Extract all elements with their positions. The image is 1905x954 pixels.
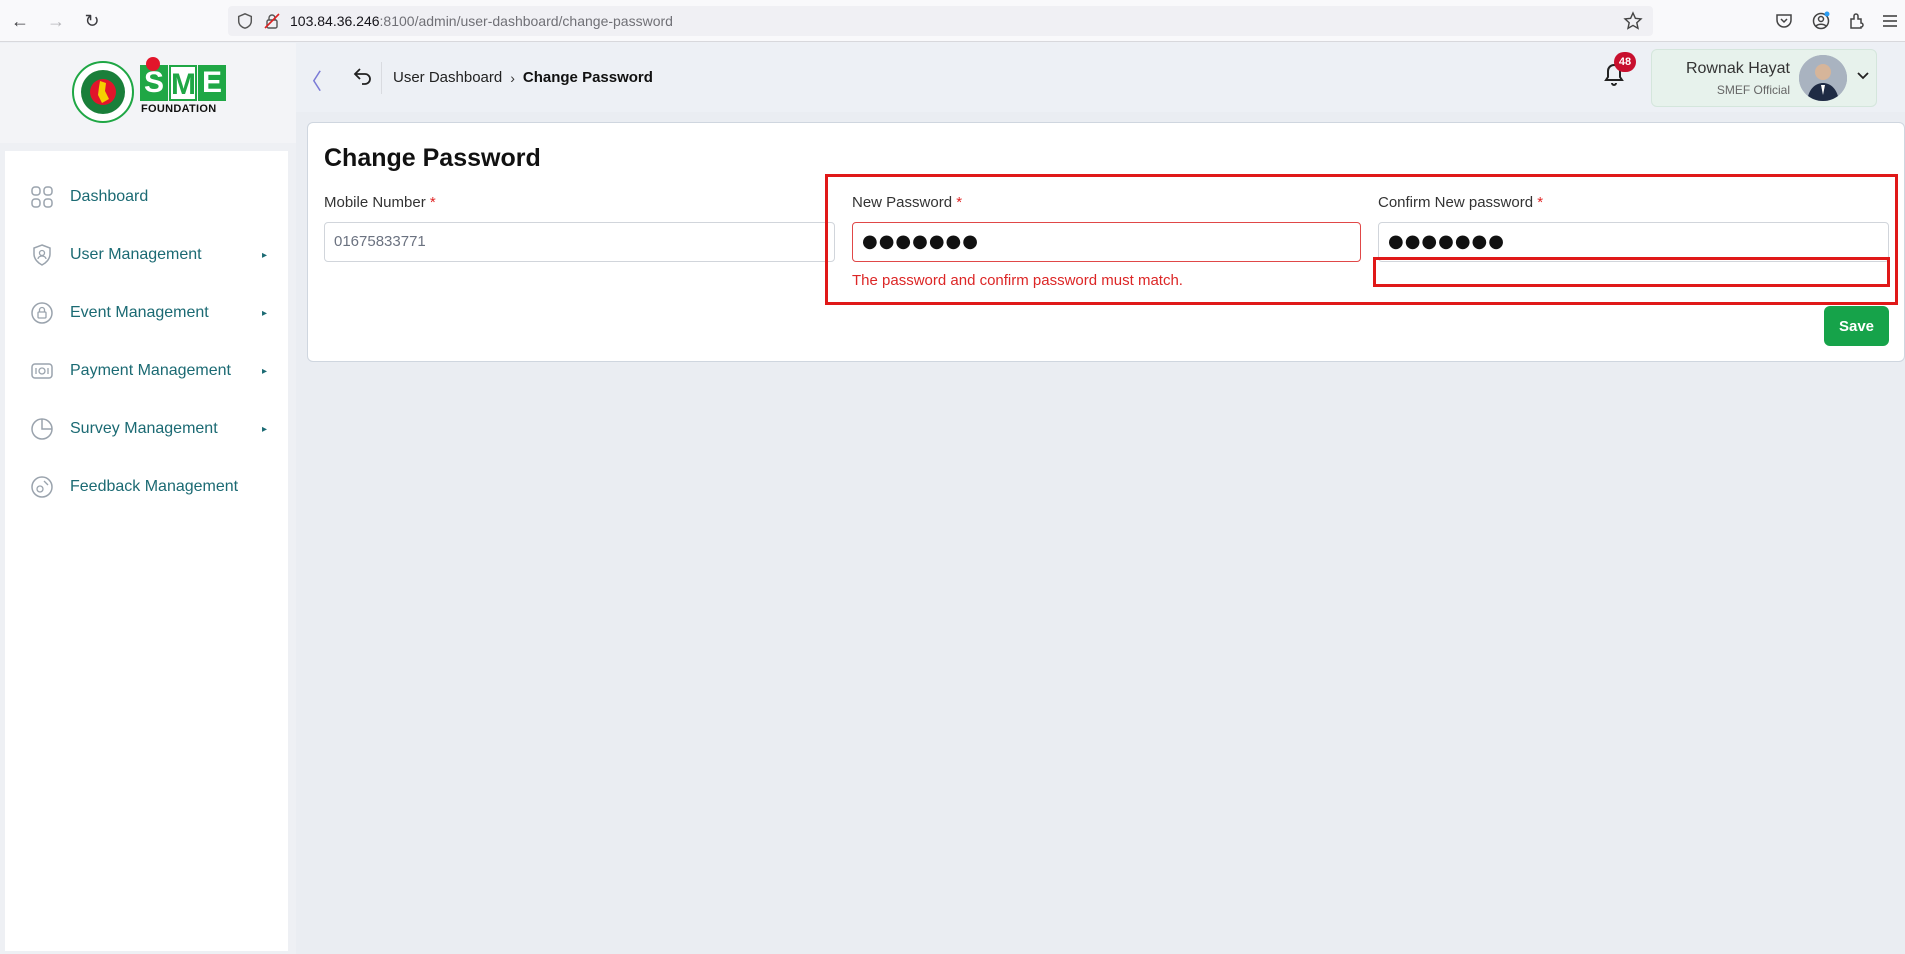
account-icon[interactable] xyxy=(1811,11,1831,31)
insecure-lock-icon[interactable] xyxy=(264,13,280,29)
sidebar-item-feedback-management[interactable]: Feedback Management xyxy=(5,467,288,507)
logo-area: S M E FOUNDATION xyxy=(0,43,296,143)
mobile-label: Mobile Number * xyxy=(324,194,436,211)
user-shield-icon xyxy=(33,244,51,266)
logo-letter-m: M xyxy=(169,65,197,101)
shield-icon[interactable] xyxy=(236,12,254,30)
required-mark: * xyxy=(956,194,963,211)
sme-foundation-logo[interactable]: S M E FOUNDATION xyxy=(140,57,227,115)
logo-subtitle: FOUNDATION xyxy=(141,103,217,115)
browser-toolbar: ← → ↻ 103.84.36.246:8100/admin/user-dash… xyxy=(0,0,1905,42)
caret-right-icon: ▸ xyxy=(262,423,268,435)
caret-right-icon: ▸ xyxy=(262,249,268,261)
menu-icon[interactable] xyxy=(1880,11,1900,31)
extensions-icon[interactable] xyxy=(1847,11,1867,31)
forward-arrow-icon[interactable]: → xyxy=(44,9,68,33)
sidebar-item-payment-management[interactable]: Payment Management ▸ xyxy=(5,351,288,391)
breadcrumb: User Dashboard › Change Password xyxy=(393,69,653,86)
feedback-icon xyxy=(31,476,53,498)
breadcrumb-current: Change Password xyxy=(522,69,653,86)
logo-dot xyxy=(146,57,160,71)
url-text: 103.84.36.246:8100/admin/user-dashboard/… xyxy=(290,13,673,29)
page-title: Change Password xyxy=(324,144,541,172)
sidebar: S M E FOUNDATION Dashboard User Manageme… xyxy=(0,43,296,954)
required-mark: * xyxy=(1537,194,1544,211)
notification-badge: 48 xyxy=(1614,52,1636,72)
breadcrumb-parent[interactable]: User Dashboard xyxy=(393,69,502,86)
sidebar-collapse-button[interactable]: 〈 xyxy=(300,64,322,96)
user-name: Rownak Hayat xyxy=(1685,60,1790,77)
user-role: SMEF Official xyxy=(1716,83,1790,97)
reload-icon[interactable]: ↻ xyxy=(80,9,104,33)
mobile-number-field[interactable]: 01675833771 xyxy=(324,222,835,262)
avatar xyxy=(1799,55,1847,101)
chevron-right-icon: › xyxy=(510,69,515,86)
new-password-field[interactable]: ●●●●●●● xyxy=(852,222,1361,262)
sidebar-item-survey-management[interactable]: Survey Management ▸ xyxy=(5,409,288,449)
pie-chart-icon xyxy=(31,418,53,440)
lock-circle-icon xyxy=(31,302,53,324)
grid-icon xyxy=(31,186,53,208)
caret-right-icon: ▸ xyxy=(262,307,268,319)
password-error-message: The password and confirm password must m… xyxy=(852,272,1183,289)
pocket-icon[interactable] xyxy=(1774,11,1794,31)
caret-right-icon: ▸ xyxy=(262,365,268,377)
sidebar-item-label: User Management xyxy=(70,246,202,263)
chevron-down-icon[interactable] xyxy=(1856,68,1870,82)
bookmark-star-icon[interactable] xyxy=(1623,11,1643,31)
confirm-password-field[interactable]: ●●●●●●● xyxy=(1378,222,1889,262)
sidebar-item-label: Survey Management xyxy=(70,420,218,437)
required-mark: * xyxy=(429,194,436,211)
header-divider xyxy=(381,62,382,94)
sidebar-menu: Dashboard User Management ▸ Event Manage… xyxy=(5,151,288,951)
sidebar-item-event-management[interactable]: Event Management ▸ xyxy=(5,293,288,333)
confirm-password-label: Confirm New password * xyxy=(1378,194,1544,211)
user-menu[interactable]: Rownak Hayat SMEF Official xyxy=(1651,49,1877,107)
money-icon xyxy=(31,363,53,379)
sidebar-item-label: Dashboard xyxy=(70,188,149,205)
back-arrow-icon[interactable]: ← xyxy=(8,9,32,33)
bangladesh-emblem-icon xyxy=(72,61,134,123)
sidebar-item-dashboard[interactable]: Dashboard xyxy=(5,177,288,217)
sidebar-item-label: Payment Management xyxy=(70,362,231,379)
save-button[interactable]: Save xyxy=(1824,306,1889,346)
address-bar[interactable]: 103.84.36.246:8100/admin/user-dashboard/… xyxy=(228,6,1653,36)
undo-icon[interactable] xyxy=(352,64,374,86)
sidebar-item-label: Feedback Management xyxy=(70,478,239,495)
sidebar-item-label: Event Management xyxy=(70,304,209,321)
sidebar-item-user-management[interactable]: User Management ▸ xyxy=(5,235,288,275)
logo-letter-e: E xyxy=(198,65,226,101)
new-password-label: New Password * xyxy=(852,194,963,211)
